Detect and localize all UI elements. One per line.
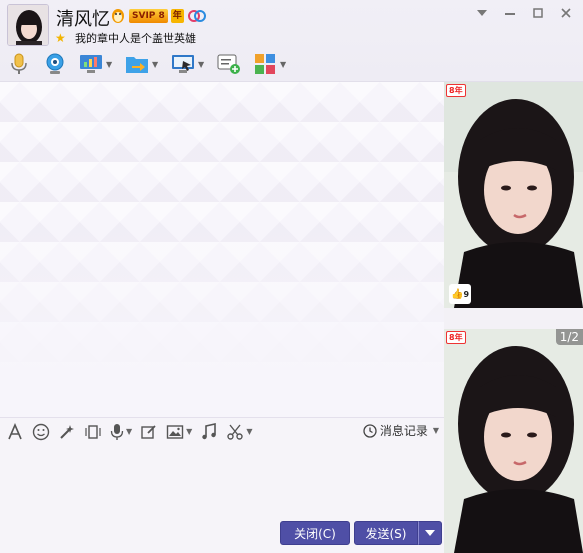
contact-avatar[interactable]	[7, 4, 49, 46]
minimize-icon	[505, 13, 515, 15]
like-count: 9	[463, 289, 470, 299]
clock-icon	[363, 423, 377, 438]
file-transfer-icon	[126, 57, 148, 73]
chat-header: 清风忆 SVIP 8 年 ★ 我的章中人是个盖世英雄 ▼ ▼ ▼ ▼	[0, 0, 583, 82]
apps-icon	[255, 54, 275, 74]
shake-button[interactable]	[84, 421, 102, 443]
chevron-down-icon	[425, 530, 435, 536]
chevron-down-icon[interactable]: ▼	[198, 60, 206, 69]
like-badge[interactable]: 👍 9	[449, 284, 471, 304]
scissors-icon	[227, 424, 244, 440]
input-toolbar: ▼ ▼ ▼ 消息记录 ▼	[0, 417, 444, 445]
close-icon	[561, 8, 571, 18]
svip-badge[interactable]: SVIP 8	[129, 9, 168, 23]
chat-toolbar: ▼ ▼ ▼ ▼	[6, 50, 298, 78]
emoji-button[interactable]	[32, 421, 50, 443]
star-icon: ★	[55, 31, 66, 45]
year-badge: 年	[170, 9, 184, 23]
chevron-down-icon[interactable]: ▼	[280, 60, 288, 69]
magic-wand-icon	[60, 424, 74, 439]
chevron-down-icon[interactable]: ▼	[152, 60, 160, 69]
apps-button[interactable]: ▼	[252, 50, 288, 78]
portrait-image	[444, 82, 583, 308]
file-transfer-button[interactable]: ▼	[124, 50, 160, 78]
message-history-button[interactable]: 消息记录 ▼	[363, 422, 439, 439]
profile-photo-2[interactable]: 8年 1/2	[444, 329, 583, 553]
minimize-button[interactable]	[499, 5, 521, 21]
history-label: 消息记录	[379, 424, 428, 438]
voice-message-button[interactable]: ▼	[110, 421, 132, 443]
font-icon	[8, 422, 22, 439]
create-discussion-button[interactable]	[216, 50, 242, 78]
chevron-down-icon[interactable]: ▼	[246, 427, 252, 436]
font-button[interactable]	[6, 421, 24, 443]
vip-badges: SVIP 8 年	[110, 8, 207, 24]
send-button[interactable]: 发送(S)	[354, 521, 418, 545]
screen-share-button[interactable]: ▼	[170, 50, 206, 78]
screenshot-button[interactable]: ▼	[226, 421, 252, 443]
music-button[interactable]	[200, 421, 218, 443]
chevron-down-icon[interactable]: ▼	[186, 427, 192, 436]
maximize-icon	[533, 8, 543, 18]
close-window-button[interactable]	[555, 5, 577, 21]
group-chat-icon	[217, 54, 240, 74]
magic-button[interactable]	[58, 421, 76, 443]
window-controls	[471, 5, 577, 21]
screen-share-icon	[172, 55, 194, 73]
menu-dropdown-button[interactable]	[471, 5, 493, 21]
image-button[interactable]: ▼	[166, 421, 192, 443]
edit-icon	[141, 424, 156, 439]
video-call-button[interactable]	[42, 50, 68, 78]
image-icon	[166, 424, 184, 439]
profile-panel: 8年 👍 9 8年 1/2	[444, 82, 583, 553]
close-button[interactable]: 关闭(C)	[280, 521, 350, 545]
remote-desktop-icon	[80, 55, 102, 73]
remote-desktop-button[interactable]: ▼	[78, 50, 114, 78]
microphone-icon	[11, 53, 27, 74]
vip-year-tag: 8年	[446, 84, 466, 97]
maximize-button[interactable]	[527, 5, 549, 21]
window-shake-icon	[85, 424, 101, 439]
music-note-icon	[202, 422, 217, 439]
chevron-down-icon[interactable]: ▼	[126, 427, 132, 436]
thumbs-up-icon: 👍	[450, 288, 464, 300]
voice-call-button[interactable]	[6, 50, 32, 78]
contact-name[interactable]: 清风忆	[56, 5, 110, 31]
qq-show-icon[interactable]	[187, 9, 207, 23]
portrait-image	[444, 329, 583, 553]
chevron-down-icon[interactable]: ▼	[106, 60, 114, 69]
webcam-icon	[46, 53, 64, 74]
send-options-button[interactable]	[418, 521, 442, 545]
page-indicator[interactable]: 1/2	[555, 329, 583, 345]
personal-signature: 我的章中人是个盖世英雄	[75, 32, 196, 45]
smiley-icon	[32, 423, 50, 440]
edit-button[interactable]	[140, 421, 158, 443]
vip-year-tag: 8年	[446, 331, 466, 344]
profile-photo[interactable]: 8年 👍 9	[444, 82, 583, 308]
microphone-icon	[110, 423, 124, 440]
chevron-down-icon[interactable]: ▼	[433, 426, 439, 435]
qq-penguin-icon	[112, 9, 124, 23]
message-area[interactable]	[0, 82, 444, 417]
chevron-down-icon	[477, 10, 487, 16]
